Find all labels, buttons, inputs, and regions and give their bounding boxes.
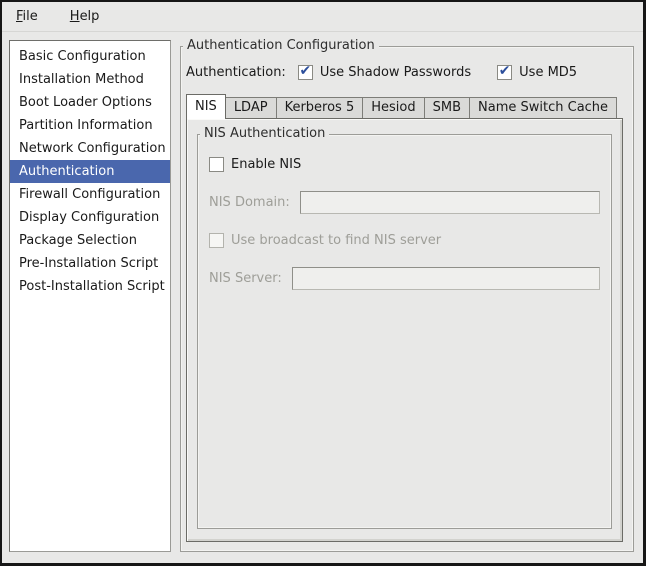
nis-server-label: NIS Server: — [209, 271, 282, 286]
nis-domain-row: NIS Domain: — [209, 191, 600, 214]
menubar: File Help — [2, 2, 643, 32]
checkbox-label: Use MD5 — [519, 65, 577, 80]
authentication-label: Authentication: — [186, 65, 286, 80]
menu-help[interactable]: Help — [66, 7, 104, 26]
checkbox-box: ✔ — [209, 233, 224, 248]
tab-kerberos-5[interactable]: Kerberos 5 — [276, 97, 364, 118]
nis-server-row: NIS Server: — [209, 267, 600, 290]
menu-file[interactable]: File — [12, 7, 42, 26]
tab-bar: NIS LDAP Kerberos 5 Hesiod SMB Name Swit… — [186, 93, 623, 118]
check-icon: ✔ — [499, 65, 511, 77]
sidebar-item-network-configuration[interactable]: Network Configuration — [10, 137, 170, 160]
sidebar-item-partition-information[interactable]: Partition Information — [10, 114, 170, 137]
sidebar-item-pre-installation-script[interactable]: Pre-Installation Script — [10, 252, 170, 275]
tab-smb[interactable]: SMB — [424, 97, 470, 118]
main-area: Basic Configuration Installation Method … — [2, 32, 643, 563]
authentication-options-row: Authentication: ✔ Use Shadow Passwords ✔… — [186, 61, 623, 83]
sidebar-item-package-selection[interactable]: Package Selection — [10, 229, 170, 252]
enable-nis-row: ✔ Enable NIS — [209, 153, 600, 176]
checkbox-box: ✔ — [497, 65, 512, 80]
check-icon: ✔ — [299, 65, 311, 77]
sidebar-item-post-installation-script[interactable]: Post-Installation Script — [10, 275, 170, 298]
enable-nis-checkbox[interactable]: ✔ Enable NIS — [209, 157, 301, 172]
sidebar-item-installation-method[interactable]: Installation Method — [10, 68, 170, 91]
sidebar-item-firewall-configuration[interactable]: Firewall Configuration — [10, 183, 170, 206]
authentication-configuration-frame: Authentication Configuration Authenticat… — [180, 46, 634, 552]
tab-name-switch-cache[interactable]: Name Switch Cache — [469, 97, 617, 118]
checkbox-label: Use Shadow Passwords — [320, 65, 471, 80]
use-broadcast-checkbox: ✔ Use broadcast to find NIS server — [209, 233, 441, 248]
broadcast-row: ✔ Use broadcast to find NIS server — [209, 229, 600, 252]
checkbox-box: ✔ — [209, 157, 224, 172]
frame-title: NIS Authentication — [200, 126, 329, 141]
nis-domain-label: NIS Domain: — [209, 195, 290, 210]
kickstart-configurator-window: File Help Basic Configuration Installati… — [0, 0, 646, 566]
frame-title: Authentication Configuration — [183, 38, 379, 53]
sidebar-item-boot-loader-options[interactable]: Boot Loader Options — [10, 91, 170, 114]
tab-ldap[interactable]: LDAP — [225, 97, 277, 118]
checkbox-label: Use broadcast to find NIS server — [231, 233, 441, 248]
tab-nis[interactable]: NIS — [186, 94, 226, 119]
checkbox-label: Enable NIS — [231, 157, 301, 172]
use-shadow-passwords-checkbox[interactable]: ✔ Use Shadow Passwords — [298, 65, 471, 80]
auth-notebook: NIS LDAP Kerberos 5 Hesiod SMB Name Swit… — [186, 93, 623, 542]
sidebar-item-basic-configuration[interactable]: Basic Configuration — [10, 45, 170, 68]
nis-tab-page: NIS Authentication ✔ Enable NIS NIS Doma… — [186, 118, 623, 542]
nis-domain-input — [300, 191, 600, 214]
nis-authentication-frame: NIS Authentication ✔ Enable NIS NIS Doma… — [197, 134, 612, 529]
nis-server-input — [292, 267, 600, 290]
sidebar-item-authentication[interactable]: Authentication — [10, 160, 170, 183]
sidebar-item-display-configuration[interactable]: Display Configuration — [10, 206, 170, 229]
section-list: Basic Configuration Installation Method … — [9, 40, 171, 552]
use-md5-checkbox[interactable]: ✔ Use MD5 — [497, 65, 577, 80]
tab-hesiod[interactable]: Hesiod — [362, 97, 424, 118]
checkbox-box: ✔ — [298, 65, 313, 80]
